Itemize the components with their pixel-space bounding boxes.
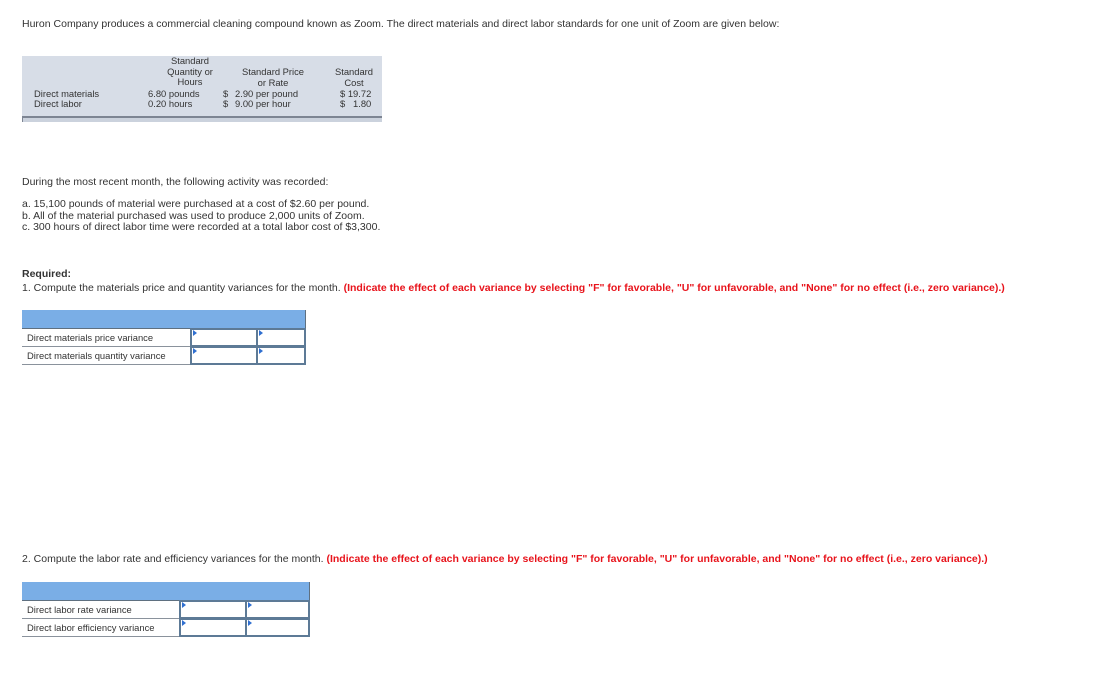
header-price-line2: or Rate [257, 76, 289, 88]
input-marker-icon [248, 620, 252, 626]
row-label-direct-labor: Direct labor [34, 98, 82, 109]
row-label-labor-rate-variance: Direct labor rate variance [22, 601, 180, 619]
activity-list: a. 15,100 pounds of material were purcha… [22, 198, 381, 234]
header-standard-quantity: Standard Quantity or Hours [150, 55, 230, 88]
labor-quantity: 0.20 hours [148, 98, 193, 109]
labor-rate-variance-effect-input[interactable] [245, 600, 310, 619]
input-marker-icon [248, 602, 252, 608]
input-marker-icon [193, 330, 197, 336]
labor-efficiency-variance-amount-input[interactable] [179, 618, 247, 637]
row-label-materials-price-variance: Direct materials price variance [22, 329, 190, 347]
input-marker-icon [182, 602, 186, 608]
activity-item: c. 300 hours of direct labor time were r… [22, 221, 381, 233]
intro-text: Huron Company produces a commercial clea… [22, 18, 780, 30]
materials-price-variance-effect-input[interactable] [256, 328, 306, 347]
header-cost-line2: Cost [344, 76, 364, 88]
required-label: Required: [22, 268, 72, 280]
header-quantity-line1: Standard [170, 55, 210, 66]
labor-efficiency-variance-effect-input[interactable] [245, 618, 310, 637]
activity-item: a. 15,100 pounds of material were purcha… [22, 198, 370, 210]
header-cost-line1: Standard [334, 66, 374, 77]
materials-price-variance-amount-input[interactable] [190, 328, 258, 347]
header-quantity-line3: Hours [177, 76, 203, 87]
grid-header [22, 310, 306, 329]
input-marker-icon [259, 348, 263, 354]
labor-price-symbol: $ [223, 98, 229, 109]
materials-quantity-variance-effect-input[interactable] [256, 346, 306, 365]
question-1-hint: (Indicate the effect of each variance by… [343, 282, 1005, 294]
question-1: 1. Compute the materials price and quant… [22, 282, 1005, 294]
input-marker-icon [193, 348, 197, 354]
question-2-hint: (Indicate the effect of each variance by… [326, 553, 988, 565]
input-marker-icon [259, 330, 263, 336]
row-label-labor-efficiency-variance: Direct labor efficiency variance [22, 619, 180, 637]
table-bottom-border [22, 116, 382, 122]
question-1-text: 1. Compute the materials price and quant… [22, 282, 341, 294]
labor-cost: $ 1.80 [340, 98, 372, 109]
question-2: 2. Compute the labor rate and efficiency… [22, 553, 988, 565]
header-standard-price: Standard Price or Rate [230, 66, 316, 88]
question-2-text: 2. Compute the labor rate and efficiency… [22, 553, 324, 565]
header-standard-cost: Standard Cost [328, 66, 380, 88]
input-marker-icon [182, 620, 186, 626]
labor-price: 9.00 per hour [235, 98, 291, 109]
materials-quantity-variance-amount-input[interactable] [190, 346, 258, 365]
grid-header [22, 582, 310, 601]
standards-table: Standard Quantity or Hours Standard Pric… [22, 55, 382, 116]
activity-intro: During the most recent month, the follow… [22, 176, 329, 188]
row-label-materials-quantity-variance: Direct materials quantity variance [22, 347, 190, 365]
header-price-line1: Standard Price [241, 66, 304, 77]
labor-rate-variance-amount-input[interactable] [179, 600, 247, 619]
